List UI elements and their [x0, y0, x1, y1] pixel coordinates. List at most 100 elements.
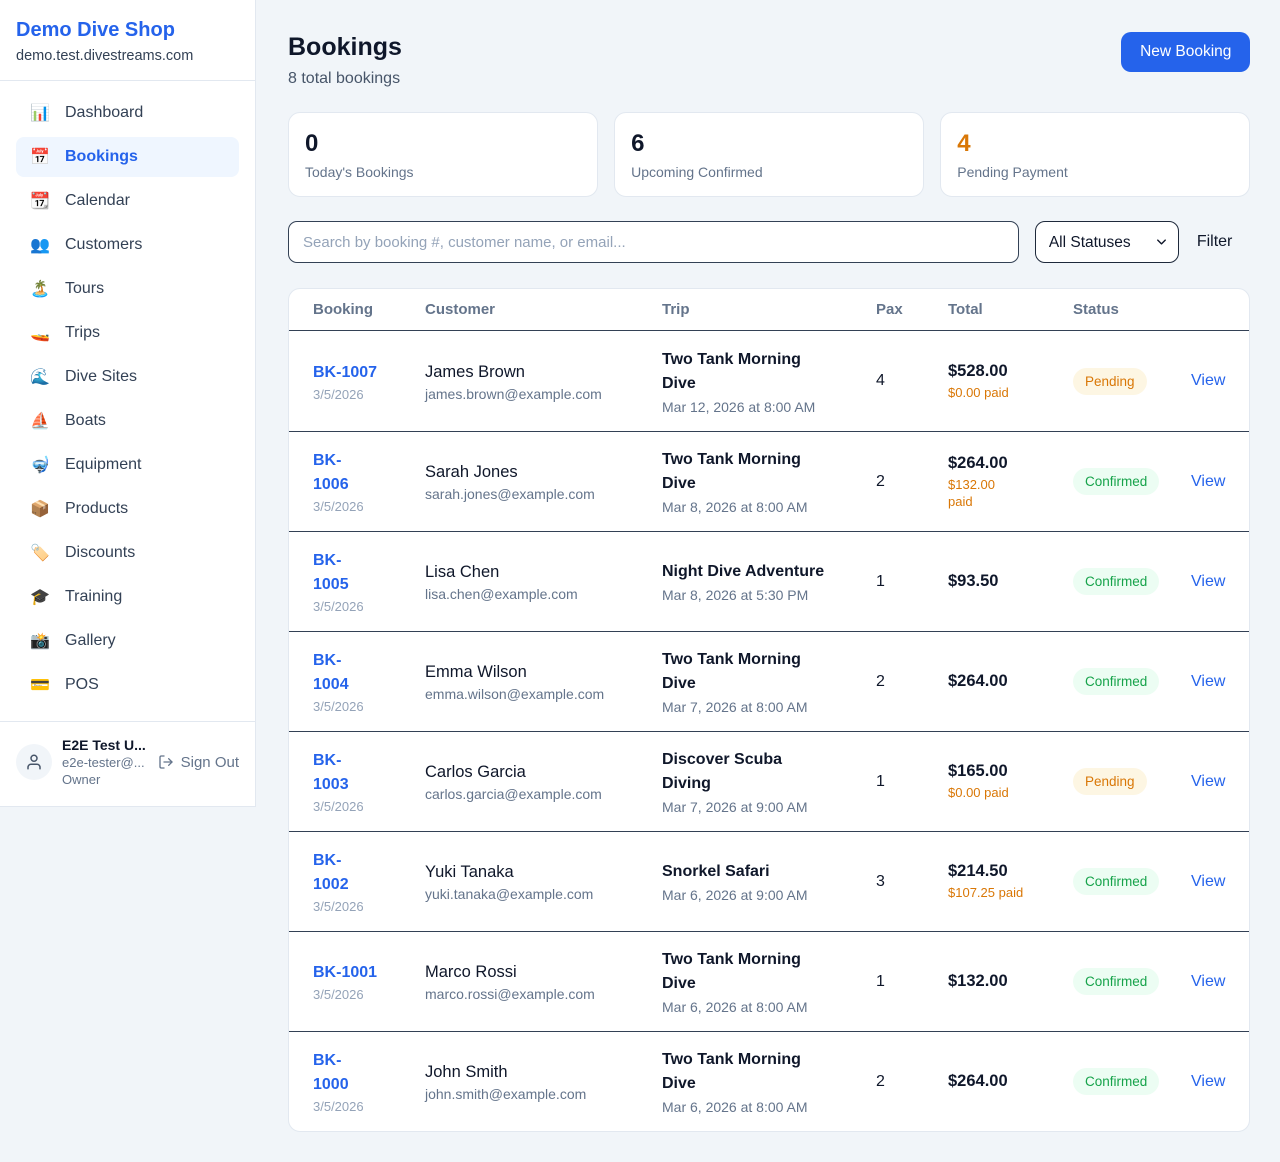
status-cell: Confirmed — [1073, 1068, 1191, 1095]
equipment-icon: 🤿 — [30, 455, 50, 475]
trip-name: Two Tank Morning Dive — [662, 948, 876, 996]
search-input[interactable] — [288, 221, 1019, 263]
customer-name: Lisa Chen — [425, 561, 662, 583]
trip-cell: Two Tank Morning Dive Mar 6, 2026 at 8:0… — [662, 948, 876, 1015]
pax-value: 1 — [876, 773, 948, 791]
booking-id-link[interactable]: BK- 1004 — [313, 649, 349, 697]
sidebar-item-dive-sites[interactable]: 🌊 Dive Sites — [16, 357, 239, 397]
customer-email: yuki.tanaka@example.com — [425, 886, 662, 902]
sidebar-item-calendar[interactable]: 📆 Calendar — [16, 181, 239, 221]
view-link[interactable]: View — [1191, 573, 1225, 590]
view-link[interactable]: View — [1191, 1073, 1225, 1090]
view-link[interactable]: View — [1191, 372, 1225, 389]
sidebar-item-training[interactable]: 🎓 Training — [16, 577, 239, 617]
shop-name: Demo Dive Shop — [16, 18, 239, 42]
sidebar-item-boats[interactable]: ⛵ Boats — [16, 401, 239, 441]
sidebar-item-gallery[interactable]: 📸 Gallery — [16, 621, 239, 661]
sidebar-item-tours[interactable]: 🏝️ Tours — [16, 269, 239, 309]
total-cell: $528.00 $0.00 paid — [948, 362, 1073, 401]
stat-card: 4 Pending Payment — [940, 112, 1250, 197]
booking-date: 3/5/2026 — [313, 699, 425, 714]
total-cell: $264.00 $132.00 paid — [948, 454, 1073, 510]
customer-cell: Carlos Garcia carlos.garcia@example.com — [425, 761, 662, 802]
pax-value: 2 — [876, 673, 948, 691]
filter-button[interactable]: Filter — [1195, 233, 1251, 251]
total-cell: $264.00 — [948, 1072, 1073, 1091]
shop-domain: demo.test.divestreams.com — [16, 48, 239, 64]
booking-date: 3/5/2026 — [313, 499, 425, 514]
booking-cell: BK-1001 3/5/2026 — [313, 961, 425, 1002]
sign-out-icon — [158, 754, 174, 770]
booking-date: 3/5/2026 — [313, 1099, 425, 1114]
paid-note: $107.25 paid — [948, 884, 1073, 901]
view-link[interactable]: View — [1191, 873, 1225, 890]
column-header-trip: Trip — [662, 301, 876, 318]
sidebar-item-pos[interactable]: 💳 POS — [16, 665, 239, 705]
trip-datetime: Mar 8, 2026 at 8:00 AM — [662, 499, 876, 515]
filter-row: All Statuses Filter — [288, 221, 1250, 263]
sidebar-item-label: Tours — [65, 280, 104, 298]
column-header-pax: Pax — [876, 301, 948, 318]
view-link[interactable]: View — [1191, 673, 1225, 690]
sidebar-item-label: Bookings — [65, 148, 138, 166]
total-amount: $165.00 — [948, 762, 1073, 781]
booking-id-link[interactable]: BK- 1003 — [313, 749, 349, 797]
booking-date: 3/5/2026 — [313, 387, 425, 402]
new-booking-button[interactable]: New Booking — [1121, 32, 1250, 72]
actions-cell: View — [1191, 473, 1225, 491]
trip-name: Two Tank Morning Dive — [662, 1048, 876, 1096]
sidebar-item-label: Discounts — [65, 544, 135, 562]
sidebar-item-equipment[interactable]: 🤿 Equipment — [16, 445, 239, 485]
booking-id-link[interactable]: BK- 1000 — [313, 1049, 349, 1097]
table-row: BK-1007 3/5/2026 James Brown james.brown… — [289, 331, 1249, 431]
status-select[interactable]: All Statuses — [1035, 221, 1179, 263]
trip-cell: Two Tank Morning Dive Mar 12, 2026 at 8:… — [662, 348, 876, 415]
trips-icon: 🚤 — [30, 323, 50, 343]
status-badge: Pending — [1073, 368, 1147, 395]
booking-id-link[interactable]: BK- 1002 — [313, 849, 349, 897]
column-header-status: Status — [1073, 301, 1191, 318]
booking-id-link[interactable]: BK- 1005 — [313, 549, 349, 597]
sidebar-item-dashboard[interactable]: 📊 Dashboard — [16, 93, 239, 133]
booking-id-link[interactable]: BK- 1006 — [313, 449, 349, 497]
customer-email: james.brown@example.com — [425, 386, 662, 402]
paid-note: $132.00 paid — [948, 476, 1073, 510]
total-amount: $264.00 — [948, 454, 1073, 473]
customer-cell: Marco Rossi marco.rossi@example.com — [425, 961, 662, 1002]
pos-icon: 💳 — [30, 675, 50, 695]
booking-cell: BK- 1003 3/5/2026 — [313, 749, 425, 814]
booking-date: 3/5/2026 — [313, 899, 425, 914]
tours-icon: 🏝️ — [30, 279, 50, 299]
sidebar-item-label: Training — [65, 588, 122, 606]
stat-value: 4 — [957, 129, 1233, 159]
bookings-icon: 📅 — [30, 147, 50, 167]
booking-id-link[interactable]: BK-1001 — [313, 961, 377, 985]
customer-name: Marco Rossi — [425, 961, 662, 983]
sidebar-item-discounts[interactable]: 🏷️ Discounts — [16, 533, 239, 573]
sidebar-item-customers[interactable]: 👥 Customers — [16, 225, 239, 265]
sidebar-item-bookings[interactable]: 📅 Bookings — [16, 137, 239, 177]
status-cell: Confirmed — [1073, 668, 1191, 695]
pax-value: 1 — [876, 573, 948, 591]
booking-date: 3/5/2026 — [313, 987, 425, 1002]
customer-name: James Brown — [425, 361, 662, 383]
status-badge: Confirmed — [1073, 968, 1159, 995]
view-link[interactable]: View — [1191, 973, 1225, 990]
trip-cell: Discover Scuba Diving Mar 7, 2026 at 9:0… — [662, 748, 876, 815]
customer-email: john.smith@example.com — [425, 1086, 662, 1102]
sign-out-button[interactable]: Sign Out — [158, 754, 239, 771]
table-row: BK- 1002 3/5/2026 Yuki Tanaka yuki.tanak… — [289, 831, 1249, 931]
view-link[interactable]: View — [1191, 773, 1225, 790]
view-link[interactable]: View — [1191, 473, 1225, 490]
column-header-total: Total — [948, 301, 1073, 318]
booking-id-link[interactable]: BK-1007 — [313, 361, 377, 385]
trip-name: Snorkel Safari — [662, 860, 876, 884]
customer-cell: John Smith john.smith@example.com — [425, 1061, 662, 1102]
paid-note: $0.00 paid — [948, 384, 1073, 401]
actions-cell: View — [1191, 1073, 1225, 1091]
sidebar-item-label: POS — [65, 676, 99, 694]
sidebar-item-trips[interactable]: 🚤 Trips — [16, 313, 239, 353]
booking-cell: BK- 1000 3/5/2026 — [313, 1049, 425, 1114]
table-row: BK- 1003 3/5/2026 Carlos Garcia carlos.g… — [289, 731, 1249, 831]
sidebar-item-products[interactable]: 📦 Products — [16, 489, 239, 529]
